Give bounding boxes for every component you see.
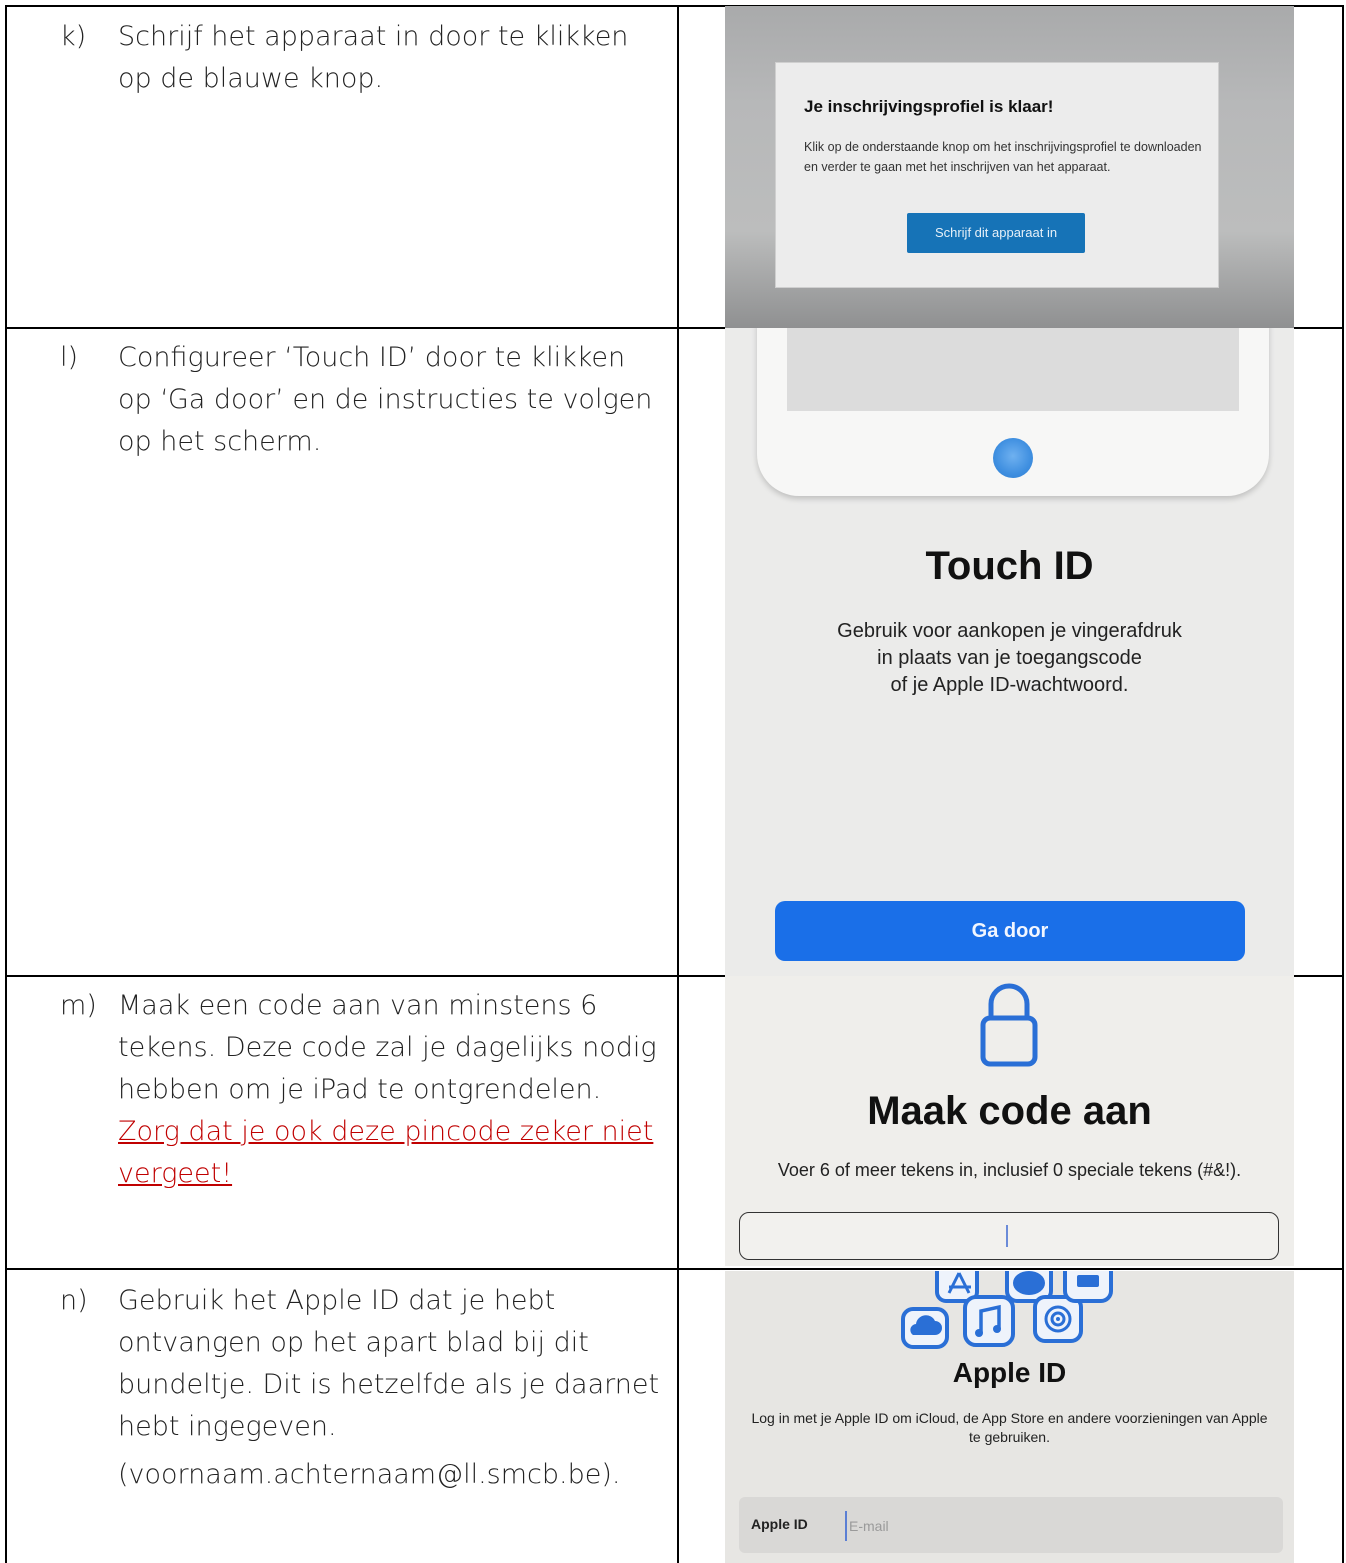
- description-line: in plaats van je toegangscode: [877, 647, 1142, 669]
- instruction-text: Gebruik het Apple ID dat je hebt ontvang…: [118, 1285, 660, 1442]
- home-button-icon: [993, 438, 1033, 478]
- apple-id-example: (voornaam.achternaam@ll.smcb.be).: [118, 1459, 621, 1490]
- touch-id-screenshot: Touch ID Gebruik voor aankopen je vinger…: [725, 328, 1294, 976]
- passcode-description: Voer 6 of meer tekens in, inclusief 0 sp…: [777, 1160, 1242, 1180]
- list-marker: n): [60, 1285, 88, 1316]
- apple-id-field-label: Apple ID: [751, 1516, 808, 1532]
- music-icon: [963, 1295, 1015, 1347]
- description-line: of je Apple ID-wachtwoord.: [890, 674, 1129, 696]
- ipad-illustration: [757, 328, 1269, 496]
- instruction-text: Configureer ‘Touch ID’ door te klikken o…: [118, 342, 653, 457]
- apple-id-title: Apple ID: [952, 1357, 1067, 1388]
- table-row-divider: [5, 1268, 1344, 1270]
- enrollment-title: Je inschrijvingsprofiel is klaar!: [804, 97, 1054, 116]
- instruction-warning: Zorg dat je ook deze pincode zeker niet …: [118, 1116, 654, 1189]
- apple-services-icons: [901, 1271, 1113, 1349]
- enrollment-screenshot: Je inschrijvingsprofiel is klaar! Klik o…: [725, 6, 1294, 328]
- table-divider-vertical: [677, 5, 679, 1563]
- touch-id-title: Touch ID: [925, 544, 1094, 588]
- find-my-icon: [1033, 1295, 1083, 1343]
- table-border-right: [1342, 5, 1344, 1563]
- description-line: Gebruik voor aankopen je vingerafdruk: [837, 620, 1182, 642]
- table-border-left: [5, 5, 7, 1563]
- instruction-l: l) Configureer ‘Touch ID’ door te klikke…: [60, 337, 660, 463]
- enrollment-card: Je inschrijvingsprofiel is klaar! Klik o…: [775, 62, 1219, 288]
- list-marker: k): [60, 21, 87, 52]
- instruction-text: Schrijf het apparaat in door te klikken …: [118, 21, 629, 94]
- list-marker: l): [60, 342, 79, 373]
- apple-id-email-input[interactable]: [845, 1511, 1151, 1541]
- apple-id-description: Log in met je Apple ID om iCloud, de App…: [751, 1410, 1268, 1445]
- cloud-icon: [901, 1307, 949, 1349]
- touch-id-description: Gebruik voor aankopen je vingerafdruk in…: [725, 618, 1294, 699]
- wallet-icon: [1063, 1271, 1113, 1303]
- lock-icon: [980, 983, 1038, 1067]
- instruction-m: m) Maak een code aan van minstens 6 teke…: [60, 985, 660, 1195]
- enrollment-body: Klik op de onderstaande knop om het insc…: [804, 140, 1202, 174]
- enroll-device-button[interactable]: Schrijf dit apparaat in: [907, 213, 1085, 253]
- passcode-screenshot: Maak code aan Voer 6 of meer tekens in, …: [725, 976, 1294, 1266]
- instruction-text: Maak een code aan van minstens 6 tekens.…: [118, 990, 657, 1105]
- passcode-input[interactable]: [739, 1212, 1279, 1260]
- text-caret: [1006, 1225, 1008, 1247]
- instruction-n: n) Gebruik het Apple ID dat je hebt ontv…: [60, 1280, 660, 1496]
- continue-button[interactable]: Ga door: [775, 901, 1245, 961]
- list-marker: m): [60, 990, 97, 1021]
- instruction-text-wrap: Maak een code aan van minstens 6 tekens.…: [118, 985, 660, 1195]
- passcode-title: Maak code aan: [867, 1089, 1152, 1133]
- apple-id-screenshot: Apple ID Log in met je Apple ID om iClou…: [725, 1271, 1294, 1563]
- apple-id-field[interactable]: Apple ID: [739, 1497, 1283, 1553]
- instruction-k: k) Schrijf het apparaat in door te klikk…: [60, 16, 660, 100]
- ipad-screen: [787, 328, 1239, 411]
